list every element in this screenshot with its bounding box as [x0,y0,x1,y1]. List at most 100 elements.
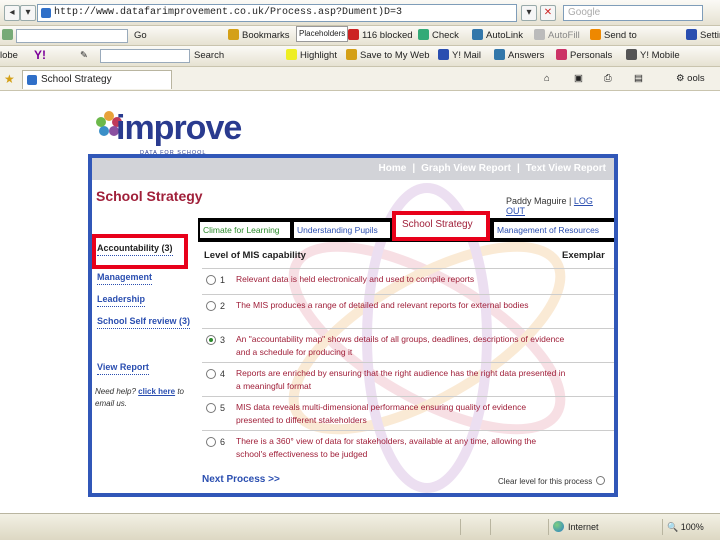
level-row-6: 6 There is a 360° view of data for stake… [202,430,614,464]
highlight-button[interactable]: Highlight [286,49,337,63]
star-icon [228,29,239,40]
toolbar-search-input[interactable] [16,29,128,43]
bookmarks-label: Bookmarks [242,30,290,41]
yahoo-logo[interactable]: Y! [34,48,46,62]
user-name: Paddy Maguire [506,196,567,206]
send-to-button[interactable]: Send to [590,29,637,43]
mail-icon [438,49,449,60]
level-row-1: 1 Relevant data is held electronically a… [202,268,614,294]
save-label: Save to My Web [360,50,430,61]
level-row-4: 4 Reports are enriched by ensuring that … [202,362,614,396]
yahoo-search-input[interactable] [100,49,190,63]
feeds-icon[interactable]: ▣ [574,72,583,86]
yahoo-toolbar: lobe Y! ✎ Search Highlight Save to My We… [0,46,720,67]
yahoo-search-button[interactable]: Search [194,49,224,63]
tab-climate-for-learning[interactable]: Climate for Learning [200,222,290,238]
settings-button[interactable]: Settin [686,29,720,43]
send-to-label: Send to [604,30,637,41]
page-title: School Strategy [96,188,203,204]
page-content: improve DATA FOR SCHOOL IMPROVEMENT Home… [0,91,720,513]
answers-button[interactable]: Answers [494,49,544,63]
tools-label: ools [687,73,705,84]
mobile-icon [626,49,637,60]
page-icon [27,75,37,85]
tab-school-strategy[interactable]: School Strategy [22,70,172,89]
tab-understanding-pupils[interactable]: Understanding Pupils [294,222,390,238]
tab-school-strategy-active[interactable]: School Strategy [392,211,490,241]
level-number: 3 [220,335,226,345]
go-button[interactable]: Go [134,29,147,43]
pencil-icon[interactable]: ✎ [80,49,88,63]
process-tabs: Climate for Learning Understanding Pupil… [198,211,614,242]
autolink-label: AutoLink [486,30,523,41]
heart-icon [556,49,567,60]
nav-graph-view-report[interactable]: Graph View Report [421,163,511,174]
zoom-label: 100% [680,522,704,532]
block-icon [348,29,359,40]
level-radio-4[interactable] [206,369,216,379]
zoom-control[interactable]: 🔍 100% [662,519,718,535]
autofill-icon [534,29,545,40]
mobile-label: Y! Mobile [640,50,680,61]
level-number: 1 [220,275,226,285]
sidebar-item-self-review[interactable]: School Self review (3) [97,316,191,329]
wrench-icon [686,29,697,40]
search-input[interactable]: Google [563,5,703,21]
status-cell [460,519,490,535]
level-number: 6 [220,437,226,447]
magnifier-icon: 🔍 [667,522,679,532]
autofill-button[interactable]: AutoFill [534,29,580,43]
sidebar-item-management[interactable]: Management [97,272,153,285]
page-menu-button[interactable]: ▾ [20,5,36,21]
logo-word: improve [116,109,242,147]
url-input[interactable]: http://www.datafarimprovement.co.uk/Proc… [37,4,517,22]
level-row-3: 3 An "accountability map" shows details … [202,328,614,362]
links-toolbar: Go Bookmarks Placeholders 116 blocked Ch… [0,26,720,46]
level-radio-5[interactable] [206,403,216,413]
bookmarks-button[interactable]: Bookmarks [228,29,290,43]
level-radio-2[interactable] [206,301,216,311]
blocked-button[interactable]: 116 blocked [348,29,413,43]
level-description: MIS data reveals multi-dimensional perfo… [236,402,527,425]
page-menu-icon[interactable]: ▤ [634,72,643,86]
internet-zone: Internet [548,519,658,535]
level-row-2: 2 The MIS produces a range of detailed a… [202,294,614,328]
tab-management-of-resources[interactable]: Management of Resources [494,222,614,238]
help-link[interactable]: click here [138,387,175,396]
level-radio-3[interactable] [206,335,216,345]
favorites-star-icon[interactable]: ★ [4,72,15,86]
autolink-button[interactable]: AutoLink [472,29,523,43]
level-radio-1[interactable] [206,275,216,285]
clear-level-option[interactable]: Clear level for this process [498,476,606,486]
yahoo-mail-button[interactable]: Y! Mail [438,49,481,63]
check-label: Check [432,30,459,41]
level-description: The MIS produces a range of detailed and… [236,300,529,310]
settings-label: Settin [700,30,720,41]
nav-text-view-report[interactable]: Text View Report [526,163,606,174]
sidebar-item-leadership[interactable]: Leadership [97,294,146,307]
stop-button[interactable]: ✕ [540,5,556,21]
nav-home[interactable]: Home [379,163,407,174]
clear-level-radio[interactable] [596,476,606,485]
personals-button[interactable]: Personals [556,49,612,63]
view-report-link[interactable]: View Report [97,362,149,375]
personals-label: Personals [570,50,613,61]
sidebar-item-accountability[interactable]: Accountability (3) [97,243,173,256]
check-button[interactable]: Check [418,29,459,43]
save-to-my-web-button[interactable]: Save to My Web [346,49,430,63]
next-process-link[interactable]: Next Process >> [202,474,280,485]
zone-label: Internet [568,522,599,532]
back-button[interactable]: ◂ [4,5,20,21]
level-description: An "accountability map" shows details of… [236,334,565,357]
print-icon[interactable]: ⎙ [604,72,612,86]
level-radio-6[interactable] [206,437,216,447]
help-note: Need help? click here to email us. [95,386,191,410]
home-icon[interactable]: ⌂ [544,72,550,86]
highlight-label: Highlight [300,50,337,61]
highlight-icon [286,49,297,60]
toolbar-left-label [2,29,16,43]
tools-menu[interactable]: ⚙ ools [676,72,705,86]
autolink-icon [472,29,483,40]
yahoo-mobile-button[interactable]: Y! Mobile [626,49,680,63]
url-dropdown-button[interactable]: ▾ [521,5,537,21]
